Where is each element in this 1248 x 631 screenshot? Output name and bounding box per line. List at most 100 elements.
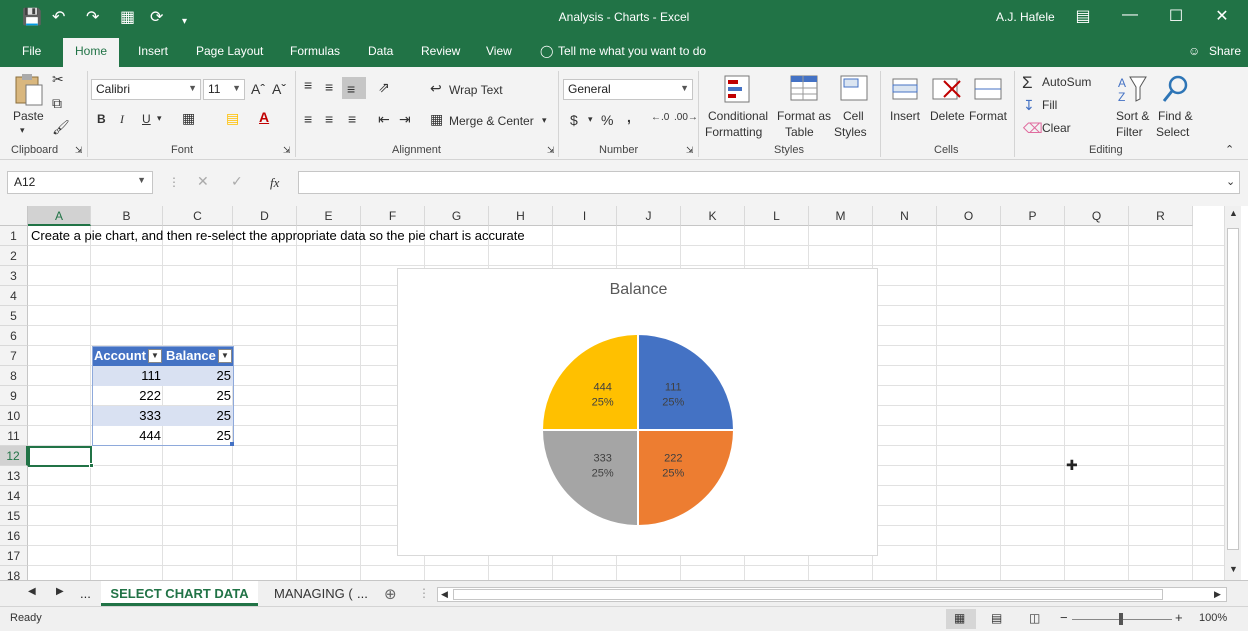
find-select-label-2[interactable]: Select [1156,125,1189,139]
cell-styles-label-2[interactable]: Styles [834,125,867,139]
number-format-combo[interactable]: General ▼ [563,79,693,100]
worksheet-grid[interactable]: ABCDEFGHIJKLMNOPQR 1 2 3 4 5 6 7 8 9 10 11 12 13 14 15… [0,206,1248,580]
merge-center-button[interactable]: Merge & Center [449,114,534,128]
formula-input[interactable] [298,171,1240,194]
row-header-16[interactable]: 16 [0,526,28,546]
row-header-6[interactable]: 6 [0,326,28,346]
borders-icon[interactable]: ▦ [182,110,195,127]
tab-data[interactable]: Data [368,44,393,58]
decrease-indent-icon[interactable]: ⇤ [378,111,390,128]
delete-cells-icon[interactable] [930,73,964,105]
pie-data-label-percent[interactable]: 25% [592,397,614,409]
horizontal-scroll-thumb[interactable] [453,589,1163,600]
name-box[interactable]: A12 ▼ [7,171,153,194]
conditional-formatting-icon[interactable] [722,73,756,105]
vertical-scroll-thumb[interactable] [1227,228,1239,550]
horizontal-scrollbar[interactable]: ◀ ▶ [437,587,1227,602]
column-header-c[interactable]: C [163,206,233,226]
font-size-combo[interactable]: 11 ▼ [203,79,245,100]
merge-center-icon[interactable]: ▦ [430,111,443,128]
wrap-text-button[interactable]: Wrap Text [449,83,503,97]
format-as-table-label-1[interactable]: Format as [777,109,831,123]
sheet-tabs-more[interactable]: ... [357,581,368,606]
table-cell[interactable]: 25 [164,406,234,426]
delete-cells-button[interactable]: Delete [930,109,965,123]
pie-slice-222[interactable] [637,429,736,528]
autosum-icon[interactable]: Σ [1022,73,1033,93]
currency-dropdown-icon[interactable]: ▾ [588,114,593,125]
scroll-up-icon[interactable]: ▲ [1229,208,1238,218]
table-cell[interactable]: 25 [164,426,234,446]
comma-button[interactable]: , [627,109,631,125]
decrease-font-icon[interactable]: Aˇ [272,81,286,97]
vertical-scrollbar[interactable]: ▲ ▼ [1224,206,1241,580]
clipboard-launcher-icon[interactable]: ⇲ [75,145,83,156]
column-header-l[interactable]: L [745,206,809,226]
orientation-icon[interactable]: ⇗ [378,79,390,96]
row-header-7[interactable]: 7 [0,346,28,366]
row-header-14[interactable]: 14 [0,486,28,506]
sheet-tab-select-chart-data[interactable]: SELECT CHART DATA [101,581,258,606]
sheet-tab-managing[interactable]: MANAGING ( [274,581,353,606]
wrap-text-icon[interactable]: ↩ [430,80,442,97]
align-center-icon[interactable]: ≡ [325,111,333,127]
user-name[interactable]: A.J. Hafele [996,10,1055,24]
sort-filter-label-2[interactable]: Filter [1116,125,1143,139]
zoom-slider-thumb[interactable] [1119,613,1123,625]
table-cell[interactable]: 25 [164,366,234,386]
cancel-icon[interactable]: ✕ [197,173,209,190]
number-launcher-icon[interactable]: ⇲ [686,145,694,156]
pie-data-label-category[interactable]: 333 [594,452,612,464]
row-header-12[interactable]: 12 [0,446,28,466]
expand-formula-icon[interactable]: ⌄ [1226,175,1235,188]
scroll-down-icon[interactable]: ▼ [1229,564,1238,574]
row-header-3[interactable]: 3 [0,266,28,286]
page-layout-icon[interactable]: ▤ [991,611,1002,625]
underline-dropdown-icon[interactable]: ▾ [157,113,162,124]
format-as-table-label-2[interactable]: Table [785,125,814,139]
row-header-15[interactable]: 15 [0,506,28,526]
tell-me-box[interactable]: Tell me what you want to do [558,44,706,58]
pie-slice-444[interactable] [540,332,639,431]
tab-formulas[interactable]: Formulas [290,44,340,58]
fill-handle[interactable] [89,463,94,468]
table-cell[interactable]: 111 [92,366,164,386]
align-right-icon[interactable]: ≡ [348,111,356,127]
pie-data-label-category[interactable]: 111 [665,382,682,394]
row-header-9[interactable]: 9 [0,386,28,406]
row-header-1[interactable]: 1 [0,226,28,246]
column-header-h[interactable]: H [489,206,553,226]
next-sheet-icon[interactable]: ▶ [56,586,64,597]
select-all-corner[interactable] [0,206,28,226]
column-header-q[interactable]: Q [1065,206,1129,226]
percent-button[interactable]: % [601,112,613,128]
column-header-j[interactable]: J [617,206,681,226]
conditional-formatting-label-1[interactable]: Conditional [708,109,768,123]
insert-function-button[interactable]: fx [270,175,279,191]
font-launcher-icon[interactable]: ⇲ [283,145,291,156]
tab-review[interactable]: Review [421,44,460,58]
table-cell[interactable]: 222 [92,386,164,406]
filter-dropdown-icon[interactable]: ▼ [148,349,162,363]
italic-button[interactable]: I [120,112,124,127]
alignment-launcher-icon[interactable]: ⇲ [547,145,555,156]
format-painter-icon[interactable]: 🖌 [52,119,70,136]
pie-data-label-category[interactable]: 444 [594,382,612,394]
increase-font-icon[interactable]: Aˆ [251,81,265,97]
pie-chart[interactable]: Balance 111 25% 222 25% 333 25% 444 25% [397,268,878,556]
increase-indent-icon[interactable]: ⇥ [399,111,411,128]
table-header-balance[interactable]: Balance ▼ [164,346,234,366]
table-resize-handle[interactable] [230,442,234,446]
maximize-icon[interactable]: ☐ [1153,6,1199,26]
new-sheet-icon[interactable]: ⊕ [384,585,397,603]
column-header-b[interactable]: B [91,206,163,226]
enter-icon[interactable]: ✓ [231,173,243,190]
row-header-13[interactable]: 13 [0,466,28,486]
filter-dropdown-icon[interactable]: ▼ [218,349,232,363]
zoom-level[interactable]: 100% [1199,612,1227,624]
align-top-icon[interactable]: ≡ [304,77,312,93]
merge-dropdown-icon[interactable]: ▾ [542,115,547,126]
cut-icon[interactable]: ✂ [52,71,64,88]
find-select-label-1[interactable]: Find & [1158,109,1193,123]
pie-data-label-category[interactable]: 222 [664,452,682,464]
